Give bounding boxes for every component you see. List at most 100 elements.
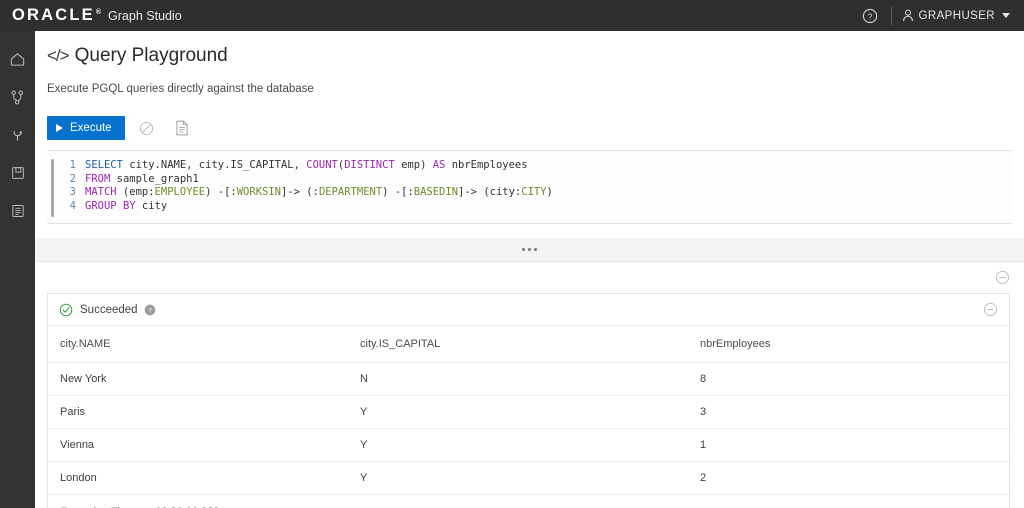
username-label: GRAPHUSER — [918, 9, 995, 22]
help-circle-icon[interactable]: ? — [857, 3, 883, 29]
app-root: ORACLE® Graph Studio ? GRAPHUSER </> Que… — [0, 0, 1024, 508]
table-cell: Paris — [48, 395, 348, 429]
code-line: 2 FROM sample_graph1 — [60, 173, 553, 187]
code-token: BASEDIN — [413, 186, 459, 199]
top-bar-actions: ? GRAPHUSER — [857, 0, 1024, 31]
code-token: nbrEmployees — [445, 159, 528, 171]
collapse-results-panel-button[interactable] — [995, 270, 1010, 285]
code-token: ) -[: — [382, 186, 414, 199]
left-nav-rail — [0, 31, 35, 508]
code-token: ) — [546, 186, 553, 199]
line-number: 4 — [69, 199, 76, 212]
sidebar-item-home[interactable] — [0, 40, 35, 78]
query-toolbar: Execute — [47, 116, 1024, 140]
line-number: 3 — [69, 186, 76, 199]
page-subtitle: Execute PGQL queries directly against th… — [47, 83, 314, 95]
column-header-city-name[interactable]: city.NAME — [48, 326, 348, 363]
result-card-header: Succeeded ? — [48, 294, 1009, 326]
code-token: ]-> (: — [281, 186, 319, 199]
product-name: Graph Studio — [108, 9, 182, 24]
code-token: (emp: — [116, 186, 155, 199]
oracle-logo: ORACLE® — [12, 6, 102, 25]
table-row[interactable]: Paris Y 3 — [48, 395, 1009, 429]
user-menu[interactable]: GRAPHUSER — [902, 9, 1010, 22]
save-disk-icon — [11, 167, 24, 179]
results-table-body: New York N 8 Paris Y 3 Vienna Y 1 London Y 2 — [48, 362, 1009, 495]
code-token: FROM — [85, 172, 111, 185]
table-row[interactable]: Vienna Y 1 — [48, 428, 1009, 462]
status-help-icon[interactable]: ? — [144, 304, 156, 316]
panel-splitter[interactable] — [35, 238, 1024, 262]
page-title-text: Query Playground — [74, 45, 228, 66]
line-number: 2 — [69, 172, 76, 185]
code-token: ]-> (city: — [458, 186, 522, 199]
table-row[interactable]: New York N 8 — [48, 362, 1009, 396]
table-cell: 2 — [688, 461, 1009, 495]
code-line: 1 SELECT city.NAME, city.IS_CAPITAL, COUN… — [60, 159, 553, 173]
play-icon — [56, 124, 63, 132]
results-table: city.NAME city.IS_CAPITAL nbrEmployees N… — [48, 326, 1009, 495]
page-header: </> Query Playground Execute PGQL querie… — [35, 31, 1024, 95]
code-token: DEPARTMENT — [318, 186, 383, 199]
table-cell: 3 — [688, 395, 1009, 429]
code-token: city.NAME, city.IS_CAPITAL, — [122, 159, 307, 171]
line-number: 1 — [69, 159, 76, 171]
check-circle-icon — [59, 303, 73, 316]
code-brackets-icon: </> — [47, 46, 70, 65]
code-token: EMPLOYEE — [154, 186, 206, 199]
sidebar-item-jobs[interactable] — [0, 116, 35, 154]
file-document-icon[interactable] — [169, 116, 195, 140]
chevron-down-icon[interactable] — [1002, 13, 1010, 18]
page-title: </> Query Playground — [47, 45, 1024, 67]
registered-trademark-icon: ® — [95, 8, 102, 16]
table-row[interactable]: London Y 2 — [48, 461, 1009, 495]
table-cell: Vienna — [48, 428, 348, 462]
table-cell: N — [348, 362, 688, 396]
table-cell: London — [48, 461, 348, 495]
code-token: ) -[: — [205, 186, 237, 199]
svg-text:?: ? — [867, 11, 872, 21]
execution-time: Execution Time: 00:00:00.339 — [48, 495, 1009, 508]
code-token: sample_graph1 — [110, 172, 199, 185]
table-cell: Y — [348, 395, 688, 429]
code-token: CITY — [521, 186, 547, 199]
collapse-result-card-button[interactable] — [983, 302, 998, 317]
code-token: MATCH — [85, 186, 117, 199]
query-editor[interactable]: 1 SELECT city.NAME, city.IS_CAPITAL, COUN… — [47, 150, 1012, 224]
code-token: GROUP — [85, 199, 117, 212]
divider — [890, 5, 892, 26]
code-token: SELECT — [85, 159, 123, 171]
code-token: DISTINCT — [344, 159, 395, 171]
list-document-icon — [11, 204, 24, 217]
top-bar: ORACLE® Graph Studio ? GRAPHUSER — [0, 0, 1024, 31]
svg-text:?: ? — [148, 307, 152, 314]
code-token: AS — [432, 159, 446, 171]
status-badge: Succeeded ? — [59, 303, 156, 317]
sidebar-item-notebooks[interactable] — [0, 154, 35, 192]
status-label: Succeeded — [80, 303, 138, 316]
main-content: </> Query Playground Execute PGQL querie… — [35, 31, 1024, 508]
results-section: Succeeded ? city.NAME city.IS_CAPITAL nb… — [35, 262, 1024, 508]
editor-scroll-indicator[interactable] — [51, 159, 54, 217]
execute-button[interactable]: Execute — [47, 116, 125, 140]
sidebar-item-graphs[interactable] — [0, 78, 35, 116]
arrow-loop-icon — [13, 130, 23, 141]
code-line: 4 GROUP BY city — [60, 200, 553, 214]
home-icon — [10, 52, 25, 66]
code-token: emp) — [394, 159, 433, 171]
code-token: COUNT — [306, 159, 338, 171]
table-cell: New York — [48, 362, 348, 396]
brand[interactable]: ORACLE® Graph Studio — [12, 7, 182, 24]
user-icon — [902, 9, 913, 22]
code-token: BY — [122, 199, 136, 212]
execute-button-label: Execute — [70, 122, 112, 134]
column-header-city-is-capital[interactable]: city.IS_CAPITAL — [348, 326, 688, 363]
cancel-circle-icon[interactable] — [134, 116, 160, 140]
table-header-row: city.NAME city.IS_CAPITAL nbrEmployees — [48, 326, 1009, 363]
column-header-nbr-employees[interactable]: nbrEmployees — [688, 326, 1009, 363]
drag-handle-dots-icon[interactable] — [522, 248, 537, 251]
query-code[interactable]: 1 SELECT city.NAME, city.IS_CAPITAL, COUN… — [60, 151, 553, 223]
code-token: city — [135, 199, 168, 212]
graph-branch-icon — [11, 90, 24, 104]
sidebar-item-logs[interactable] — [0, 192, 35, 230]
